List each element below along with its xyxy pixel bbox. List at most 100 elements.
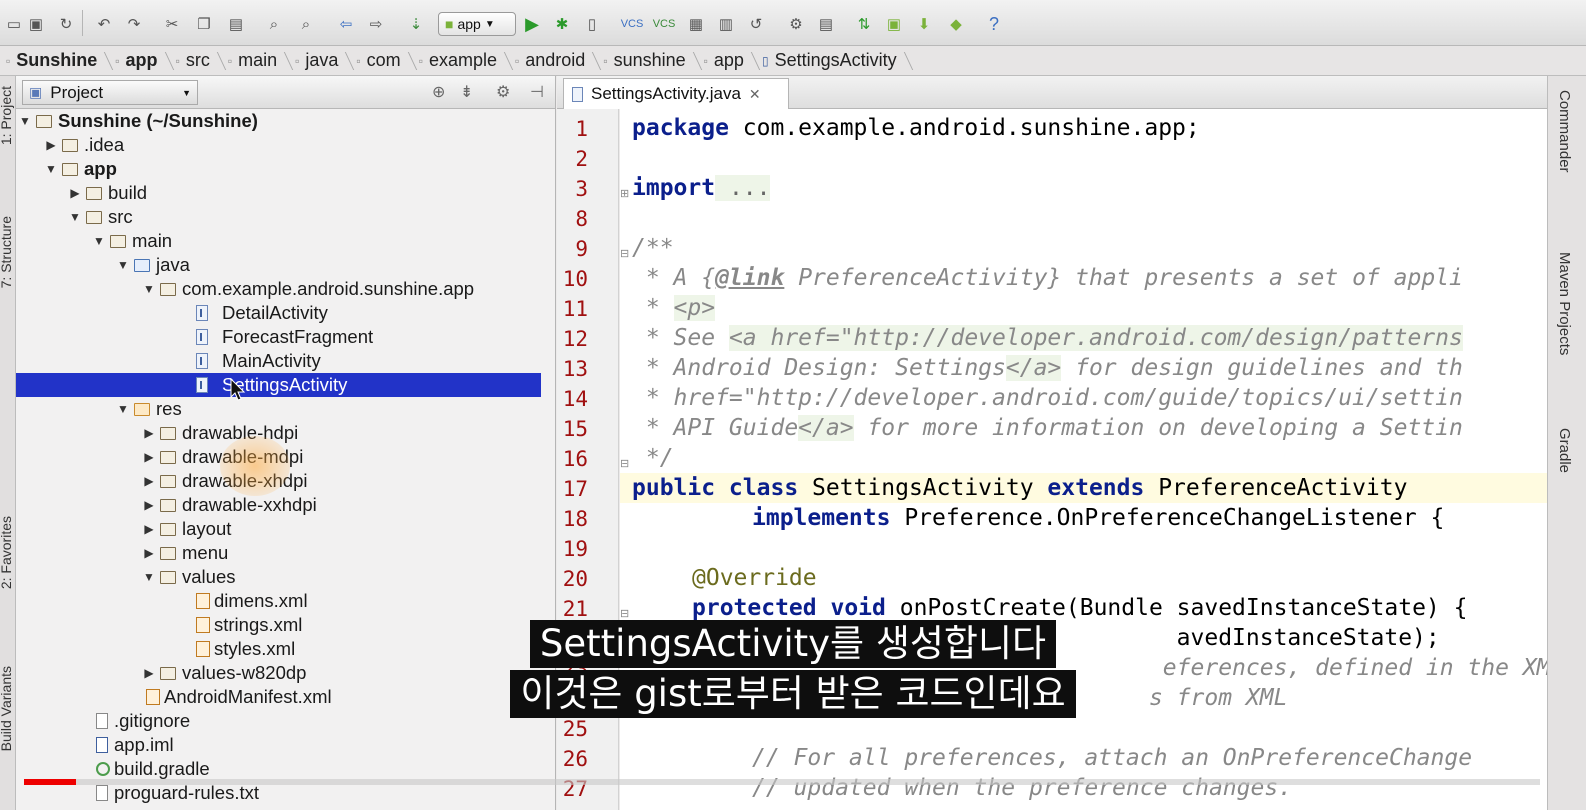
breadcrumb-item[interactable]: ▫ sunshine <box>597 46 697 76</box>
paste-icon[interactable]: ▤ <box>224 12 248 36</box>
tab-favorites[interactable]: 2: Favorites <box>0 516 14 589</box>
chevron-down-icon[interactable]: ▼ <box>92 234 106 248</box>
chevron-down-icon[interactable]: ▼ <box>44 162 58 176</box>
tree-item-settingsactivity[interactable]: SettingsActivity <box>16 373 541 397</box>
chevron-down-icon[interactable]: ▼ <box>142 282 156 296</box>
back-icon[interactable]: ⇦ <box>334 12 358 36</box>
chevron-down-icon[interactable]: ▼ <box>18 114 32 128</box>
chevron-right-icon[interactable]: ▶ <box>142 546 156 560</box>
fold-expand-icon[interactable]: ⊞ <box>620 187 629 200</box>
code-line: // For all preferences, attach an OnPref… <box>752 745 1473 771</box>
tab-maven-projects[interactable]: Maven Projects <box>1556 252 1573 355</box>
replace-icon[interactable]: ⌕ <box>294 12 318 36</box>
cut-icon[interactable]: ✂ <box>160 12 184 36</box>
folder-icon: ▫ <box>6 53 11 68</box>
project-structure-icon[interactable]: ▤ <box>814 12 838 36</box>
scroll-from-source-icon[interactable]: ⊕ <box>432 82 445 102</box>
tree-item-app[interactable]: ▼ app <box>16 157 541 181</box>
help-icon[interactable]: ? <box>982 12 1006 36</box>
chevron-right-icon[interactable]: ▶ <box>44 138 58 152</box>
undo-icon[interactable]: ↶ <box>92 12 116 36</box>
tab-structure[interactable]: 7: Structure <box>0 216 14 288</box>
sync-icon[interactable]: ↻ <box>54 12 78 36</box>
breadcrumb-item[interactable]: ▫ app <box>698 46 756 76</box>
tree-item-dimens[interactable]: dimens.xml <box>16 589 541 613</box>
save-icon[interactable]: ▣ <box>24 12 48 36</box>
vcs-update-icon[interactable]: VCS <box>620 12 644 36</box>
tree-item-forecastfragment[interactable]: ForecastFragment <box>16 325 541 349</box>
tab-commander[interactable]: Commander <box>1556 90 1573 173</box>
project-view-select[interactable]: ▣ Project ▼ <box>22 80 198 105</box>
forward-icon[interactable]: ⇨ <box>364 12 388 36</box>
collapse-all-icon[interactable]: ⇟ <box>460 82 473 102</box>
run-configuration-select[interactable]: ■ app ▼ <box>438 12 516 36</box>
chevron-right-icon[interactable]: ▶ <box>142 498 156 512</box>
tree-item-res[interactable]: ▼ res <box>16 397 541 421</box>
breadcrumb-item[interactable]: ▫ Sunshine <box>0 46 109 76</box>
fold-end-icon[interactable]: ⊟ <box>620 457 629 470</box>
tree-item-drawable-hdpi[interactable]: ▶ drawable-hdpi <box>16 421 541 445</box>
vcs-commit-icon[interactable]: VCS <box>652 12 676 36</box>
copy-icon[interactable]: ❐ <box>192 12 216 36</box>
tree-item-package[interactable]: ▼ com.example.android.sunshine.app <box>16 277 541 301</box>
tree-item-sunshine[interactable]: ▼ Sunshine (~/Sunshine) <box>16 109 541 133</box>
settings-icon[interactable]: ⚙ <box>784 12 808 36</box>
make-project-icon[interactable]: ⇣ <box>404 12 428 36</box>
compare-icon[interactable]: ▦ <box>684 12 708 36</box>
chevron-down-icon[interactable]: ▼ <box>116 258 130 272</box>
sdk-manager-icon[interactable]: ⬇ <box>912 12 936 36</box>
chevron-right-icon[interactable]: ▶ <box>142 450 156 464</box>
open-folder-icon[interactable]: ▭ <box>2 12 26 36</box>
tree-item-label: layout <box>182 518 232 539</box>
chevron-right-icon[interactable]: ▶ <box>142 426 156 440</box>
find-icon[interactable]: ⌕ <box>262 12 286 36</box>
avd-manager-icon[interactable]: ▣ <box>882 12 906 36</box>
video-progress-bar[interactable] <box>24 779 1540 785</box>
tree-item-build-gradle[interactable]: build.gradle <box>16 757 541 781</box>
tree-item-label: res <box>156 398 182 419</box>
gear-icon[interactable]: ⚙ <box>496 82 510 102</box>
tree-item-java[interactable]: ▼ java <box>16 253 541 277</box>
tree-item-drawable-xxhdpi[interactable]: ▶ drawable-xxhdpi <box>16 493 541 517</box>
tree-item-detailactivity[interactable]: DetailActivity <box>16 301 541 325</box>
breadcrumb-item[interactable]: ▫ src <box>170 46 222 76</box>
chevron-down-icon[interactable]: ▼ <box>116 402 130 416</box>
chevron-down-icon[interactable]: ▼ <box>142 570 156 584</box>
run-icon[interactable]: ▶ <box>520 12 544 36</box>
tab-project[interactable]: 1: Project <box>0 86 14 145</box>
tree-item-app-iml[interactable]: app.iml <box>16 733 541 757</box>
breadcrumb-item[interactable]: ▫ android <box>509 46 597 76</box>
history-icon[interactable]: ▥ <box>714 12 738 36</box>
breadcrumb-item[interactable]: ▯ SettingsActivity <box>756 46 909 76</box>
tree-item-src[interactable]: ▼ src <box>16 205 541 229</box>
hide-panel-icon[interactable]: ⊣ <box>530 82 544 102</box>
fold-collapse-icon[interactable]: ⊟ <box>620 607 629 620</box>
chevron-right-icon[interactable]: ▶ <box>68 186 82 200</box>
tree-item-main[interactable]: ▼ main <box>16 229 541 253</box>
tree-item-layout[interactable]: ▶ layout <box>16 517 541 541</box>
code-line: * API Guide</a> for more information on … <box>632 415 1463 441</box>
breadcrumb-item[interactable]: ▫ main <box>222 46 289 76</box>
attach-debugger-icon[interactable]: ▯ <box>580 12 604 36</box>
breadcrumb-item[interactable]: ▫ com <box>350 46 412 76</box>
tree-item-menu[interactable]: ▶ menu <box>16 541 541 565</box>
android-monitor-icon[interactable]: ◆ <box>944 12 968 36</box>
revert-icon[interactable]: ↺ <box>744 12 768 36</box>
tree-item-values[interactable]: ▼ values <box>16 565 541 589</box>
fold-collapse-icon[interactable]: ⊟ <box>620 247 629 260</box>
breadcrumb-item[interactable]: ▫ java <box>289 46 350 76</box>
breadcrumb-item[interactable]: ▫ example <box>413 46 509 76</box>
tab-gradle[interactable]: Gradle <box>1556 428 1573 473</box>
chevron-right-icon[interactable]: ▶ <box>142 474 156 488</box>
tab-settingsactivity-java[interactable]: SettingsActivity.java ✕ <box>563 78 789 109</box>
debug-icon[interactable]: ✱ <box>550 12 574 36</box>
redo-icon[interactable]: ↷ <box>122 12 146 36</box>
breadcrumb-item[interactable]: ▫ app <box>109 46 169 76</box>
tree-item-idea[interactable]: ▶ .idea <box>16 133 541 157</box>
tree-item-build[interactable]: ▶ build <box>16 181 541 205</box>
tree-item-mainactivity[interactable]: MainActivity <box>16 349 541 373</box>
chevron-down-icon[interactable]: ▼ <box>68 210 82 224</box>
chevron-right-icon[interactable]: ▶ <box>142 522 156 536</box>
sync-gradle-icon[interactable]: ⇅ <box>852 12 876 36</box>
close-icon[interactable]: ✕ <box>749 86 761 103</box>
